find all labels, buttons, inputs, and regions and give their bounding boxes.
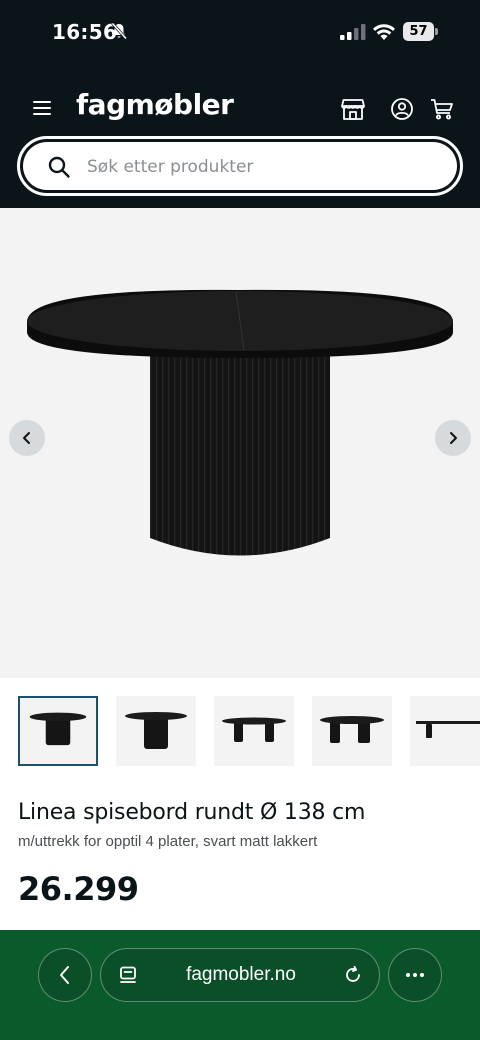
chevron-left-icon	[23, 432, 30, 444]
url-text[interactable]: fagmobler.no	[101, 964, 381, 986]
status-time: 16:56	[52, 20, 118, 44]
back-icon	[60, 966, 69, 984]
site-header: fagmøbler	[0, 72, 480, 208]
thumbnail-image	[222, 717, 286, 742]
cart-icon[interactable]	[429, 96, 455, 122]
search-box[interactable]	[23, 142, 457, 190]
thumbnail-3[interactable]	[214, 696, 294, 766]
product-gallery	[0, 208, 480, 678]
search-icon[interactable]	[47, 155, 71, 179]
battery-level: 57	[403, 22, 434, 41]
app-screen: 16:56 57 fagmøbler Søk etter produkter L…	[0, 0, 480, 1040]
thumbnail-strip	[18, 696, 480, 766]
more-icon	[406, 973, 424, 977]
browser-more-button[interactable]	[388, 948, 442, 1002]
thumbnail-image	[320, 716, 384, 743]
thumbnail-4[interactable]	[312, 696, 392, 766]
bell-off-icon	[111, 22, 128, 40]
battery-icon: 57	[403, 22, 439, 41]
thumbnail-image	[125, 712, 187, 749]
product-image[interactable]	[0, 208, 480, 678]
reload-icon[interactable]	[343, 965, 363, 985]
thumbnail-1[interactable]	[18, 696, 98, 766]
site-logo[interactable]: fagmøbler	[76, 88, 234, 121]
menu-icon[interactable]	[30, 97, 54, 119]
previous-image-button[interactable]	[9, 420, 45, 456]
next-image-button[interactable]	[435, 420, 471, 456]
search-input[interactable]	[87, 154, 427, 180]
product-title: Linea spisebord rundt Ø 138 cm	[18, 800, 366, 825]
search-wrapper	[17, 136, 463, 196]
product-subtitle: m/uttrekk for opptil 4 plater, svart mat…	[18, 833, 318, 850]
chevron-right-icon	[450, 432, 457, 444]
status-bar: 16:56 57	[0, 0, 480, 72]
battery-cap	[435, 28, 438, 35]
thumbnail-image	[29, 712, 87, 746]
browser-back-button[interactable]	[38, 948, 92, 1002]
store-icon[interactable]	[340, 96, 366, 122]
thumbnail-5[interactable]	[410, 696, 480, 766]
account-icon[interactable]	[389, 96, 415, 122]
address-bar[interactable]: fagmobler.no	[100, 948, 380, 1002]
wifi-icon	[373, 24, 395, 40]
thumbnail-image	[416, 721, 480, 738]
signal-icon	[340, 24, 366, 40]
browser-toolbar: fagmobler.no	[0, 930, 480, 1040]
thumbnail-2[interactable]	[116, 696, 196, 766]
product-price: 26.299	[18, 870, 139, 908]
